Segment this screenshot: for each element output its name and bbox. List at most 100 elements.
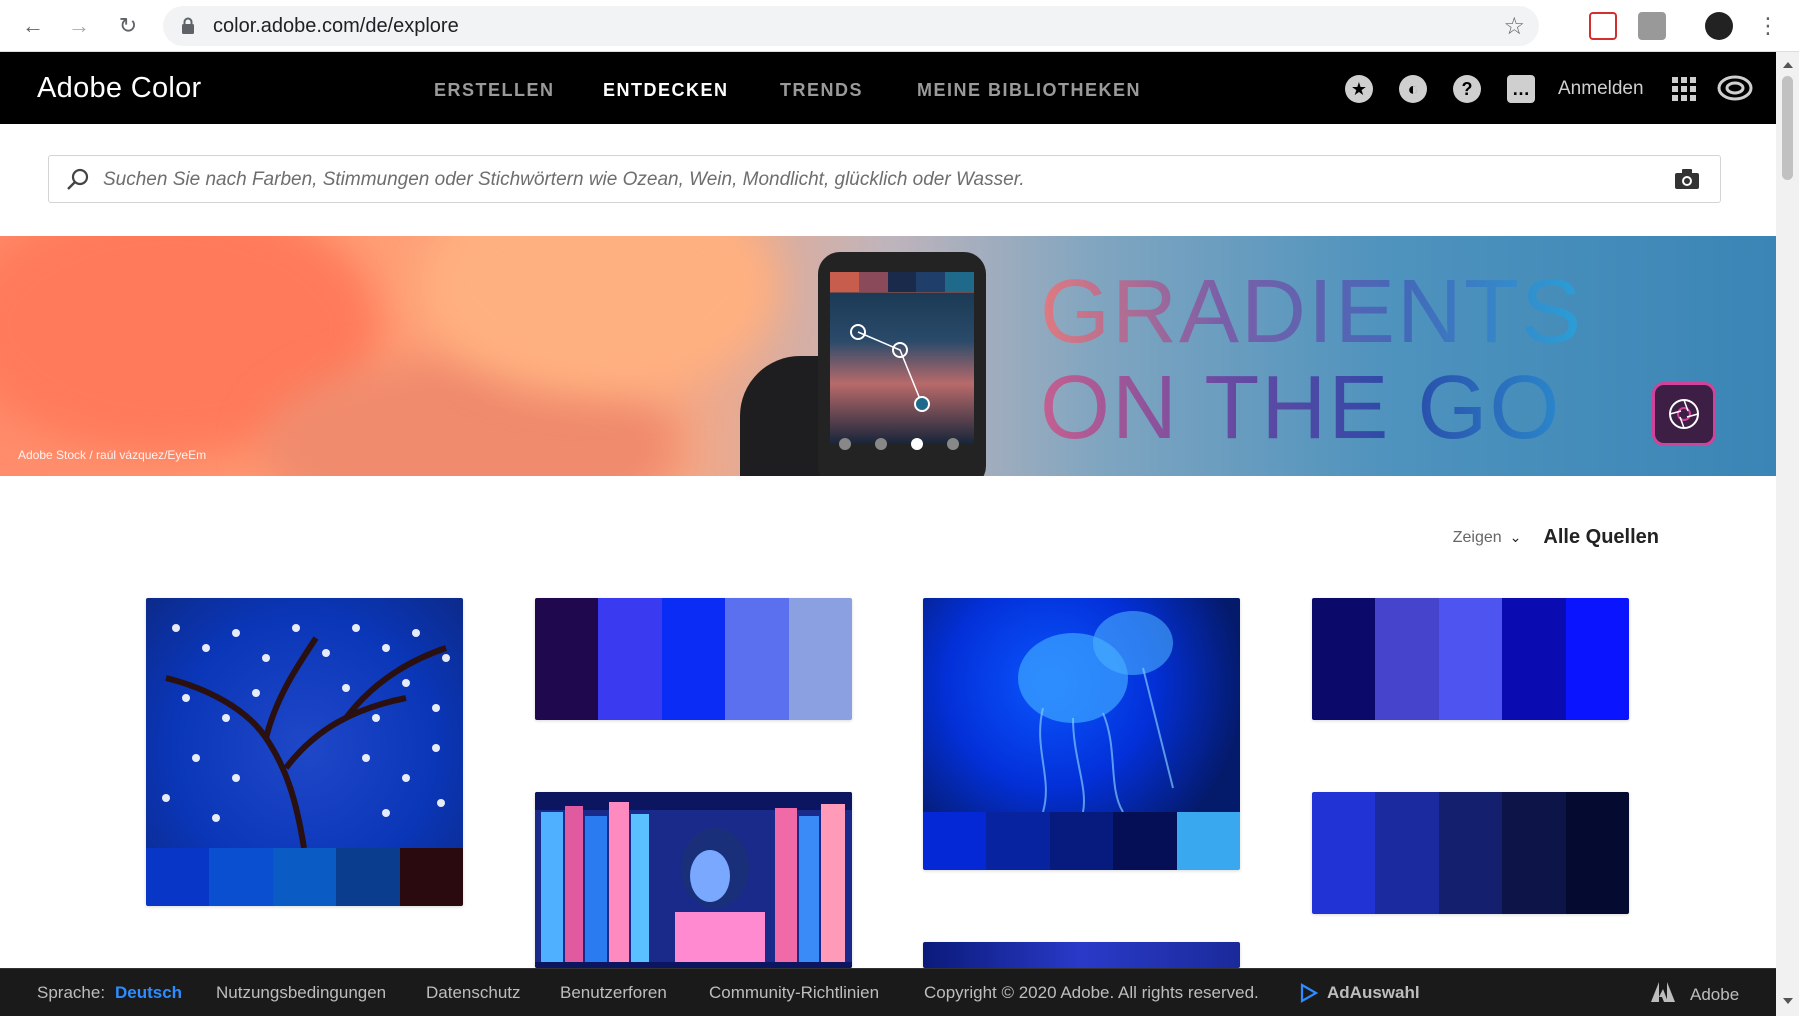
search-bar [48, 155, 1721, 203]
carousel-dot[interactable] [839, 438, 851, 450]
forward-icon[interactable]: → [63, 10, 95, 42]
swatch [1375, 792, 1439, 914]
theme-card[interactable] [146, 598, 463, 906]
address-bar[interactable]: color.adobe.com/de/explore ☆ [163, 6, 1539, 46]
nav-trends[interactable]: TRENDS [780, 80, 863, 101]
swatch [1502, 598, 1566, 720]
bookmark-star-icon[interactable]: ☆ [1503, 12, 1525, 41]
adobe-capture-app-icon[interactable] [1652, 382, 1716, 446]
theme-card[interactable] [1312, 792, 1629, 914]
swatch [1502, 792, 1566, 914]
swatch [1375, 598, 1439, 720]
swatch [399, 848, 463, 906]
page-scrollbar[interactable] [1776, 52, 1799, 1016]
swatch [1312, 598, 1376, 720]
adchoice-link[interactable]: AdAuswahl [1327, 983, 1420, 1003]
reload-icon[interactable]: ↻ [112, 10, 144, 42]
adobe-logo-icon [1651, 982, 1675, 1002]
favorites-star-icon[interactable]: ★ [1345, 75, 1373, 103]
community-guidelines-link[interactable]: Community-Richtlinien [709, 983, 879, 1003]
swatch [1113, 812, 1177, 870]
swatch [725, 598, 789, 720]
swatch [1438, 792, 1503, 914]
adobe-wordmark: Adobe [1690, 985, 1740, 1004]
theme-image [923, 942, 1240, 968]
contrast-theme-icon[interactable]: ◐ [1399, 75, 1427, 103]
theme-swatch-strip [146, 848, 463, 906]
signin-link[interactable]: Anmelden [1558, 78, 1644, 100]
browser-toolbar: ← → ↻ color.adobe.com/de/explore ☆ ⋮ [0, 0, 1799, 52]
phone-screen [830, 272, 974, 444]
hero-title-line1: GRADIENTS [1040, 262, 1584, 362]
theme-palette [535, 598, 852, 720]
forums-link[interactable]: Benutzerforen [560, 983, 667, 1003]
site-header: Adobe Color ERSTELLEN ENTDECKEN TRENDS M… [0, 52, 1776, 124]
swatch [1312, 792, 1376, 914]
brand-logo[interactable]: Adobe Color [37, 72, 202, 105]
aperture-icon [1669, 399, 1699, 429]
carousel-dot[interactable] [875, 438, 887, 450]
theme-image [923, 598, 1240, 812]
creative-cloud-icon[interactable] [1717, 74, 1753, 102]
theme-card[interactable] [535, 598, 852, 720]
jellyfish-graphic [1018, 611, 1174, 812]
theme-card[interactable] [1312, 598, 1629, 720]
site-footer: Sprache: Deutsch Nutzungsbedingungen Dat… [0, 968, 1776, 1016]
extension-red-icon[interactable] [1589, 12, 1617, 40]
nav-meine-bibliotheken[interactable]: MEINE BIBLIOTHEKEN [917, 80, 1141, 101]
adchoices-icon[interactable] [1299, 983, 1319, 1003]
search-icon [67, 168, 89, 190]
phone-gradient-swatches [830, 272, 974, 292]
image-credit: Adobe Stock / raúl vázquez/EyeEm [18, 448, 207, 462]
lock-icon [182, 17, 194, 34]
chevron-down-icon[interactable]: ⌄ [1510, 529, 1522, 546]
scroll-down-arrow[interactable] [1783, 998, 1793, 1004]
back-icon[interactable]: ← [17, 10, 49, 42]
theme-image [535, 792, 852, 968]
filter-label: Zeigen [1452, 528, 1502, 546]
theme-swatch-strip [923, 812, 1240, 870]
hero-title: GRADIENTS ON THE GO [1040, 264, 1583, 456]
profile-avatar[interactable] [1705, 12, 1733, 40]
nav-entdecken[interactable]: ENTDECKEN [603, 80, 729, 101]
carousel-dots [839, 438, 959, 450]
carousel-dot-active[interactable] [911, 438, 923, 450]
theme-palette [1312, 792, 1629, 914]
swatch [1176, 812, 1240, 870]
carousel-dot[interactable] [947, 438, 959, 450]
language-label: Sprache: [37, 983, 106, 1002]
extension-gray-icon[interactable] [1638, 12, 1666, 40]
language-link[interactable]: Deutsch [115, 983, 182, 1003]
theme-card[interactable] [923, 598, 1240, 870]
privacy-link[interactable]: Datenschutz [426, 983, 521, 1003]
swatch [272, 848, 337, 906]
nav-erstellen[interactable]: ERSTELLEN [434, 80, 555, 101]
theme-card[interactable] [923, 942, 1240, 968]
swatch [1438, 598, 1503, 720]
theme-card[interactable] [535, 792, 852, 968]
copyright-text: Copyright © 2020 Adobe. All rights reser… [924, 983, 1259, 1002]
browser-menu-icon[interactable]: ⋮ [1752, 10, 1784, 42]
feedback-chat-icon[interactable]: … [1507, 75, 1535, 103]
terms-link[interactable]: Nutzungsbedingungen [216, 983, 386, 1003]
camera-icon[interactable] [1674, 168, 1700, 190]
library-illustration-graphic [535, 792, 852, 968]
swatch [1565, 792, 1629, 914]
hero-banner[interactable]: GRADIENTS ON THE GO Adobe Stock / raúl v… [0, 236, 1776, 476]
hero-title-line2: ON THE GO [1040, 360, 1583, 456]
swatch [661, 598, 726, 720]
blossom-tree-graphic [162, 624, 450, 848]
swatch [336, 848, 400, 906]
search-input[interactable] [103, 166, 1663, 194]
swatch [986, 812, 1050, 870]
swatch [923, 812, 987, 870]
apps-grid-icon[interactable] [1672, 77, 1696, 101]
swatch [1049, 812, 1114, 870]
filter-value[interactable]: Alle Quellen [1543, 526, 1659, 549]
swatch [598, 598, 662, 720]
source-filter[interactable]: Zeigen ⌄ Alle Quellen [1453, 526, 1659, 549]
scroll-up-arrow[interactable] [1783, 62, 1793, 68]
gradient-path-graphic [850, 324, 930, 412]
help-icon[interactable]: ? [1453, 75, 1481, 103]
scroll-thumb[interactable] [1782, 76, 1793, 180]
